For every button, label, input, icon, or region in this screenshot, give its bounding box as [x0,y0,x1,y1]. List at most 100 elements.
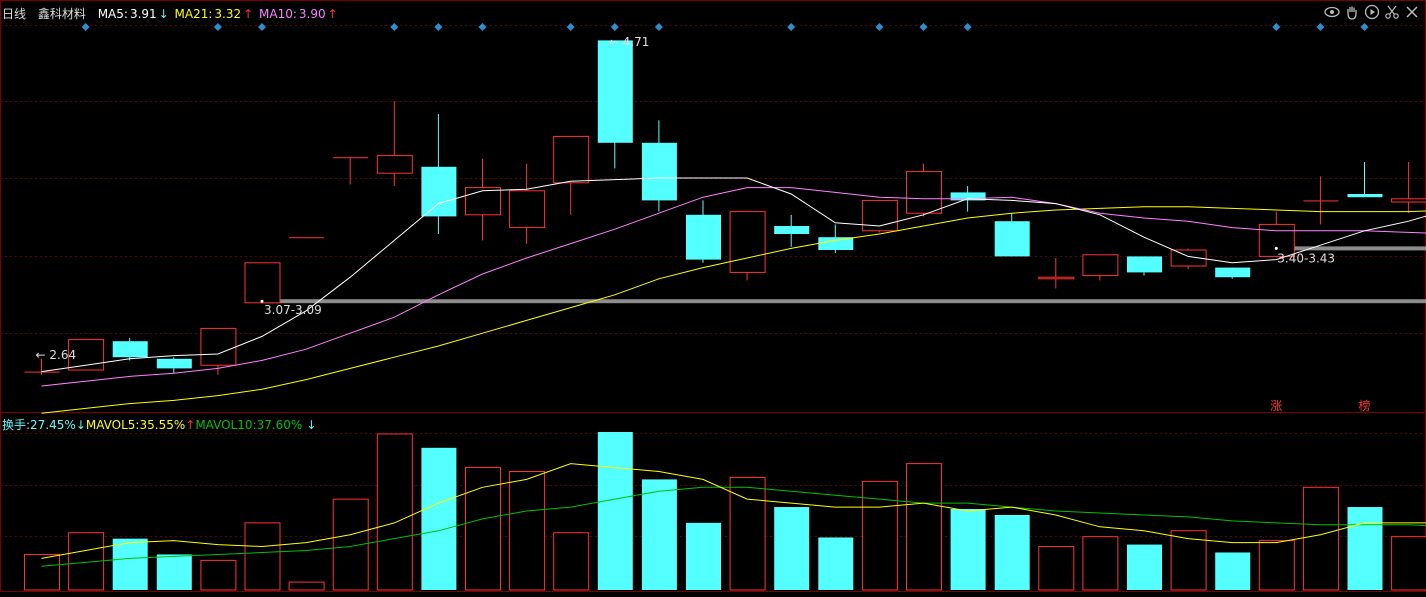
event-diamond-icon [875,23,884,31]
candle-body-up [200,327,237,366]
volume-bar-down [950,509,986,590]
candle-body-up [1303,200,1339,202]
candle [376,101,413,186]
kline-chart[interactable]: ← 4.71 ← 2.64 3.07-3.09 3.40-3.43 涨 榜 [0,0,1426,597]
candle [156,357,192,374]
support-line [260,299,1426,304]
mavol5-arrow: ↑ [185,418,196,432]
candle-body-down [686,214,721,260]
support-point [260,299,264,303]
support-price-label: 3.40-3.43 [1277,251,1335,265]
eye-icon[interactable] [1324,4,1340,20]
candle-body-up [1082,254,1119,277]
candle-body-up [906,171,942,214]
volume-bar-up [553,532,590,591]
high-price-label: ← 4.71 [609,35,650,49]
candle [774,214,810,247]
candle [1215,267,1251,279]
candle [597,40,633,169]
candle [289,237,325,239]
chart-toolbar [1324,4,1420,20]
volume-bar-down [818,537,854,590]
candle-body-up [729,211,766,273]
candle-body-down [156,358,192,369]
scissors-icon[interactable] [1384,4,1400,20]
ma5-value: 3.91 [129,7,157,21]
period-label[interactable]: 日线 [2,7,26,21]
candle-body-down [1127,256,1162,273]
volume-bar-down [641,479,677,590]
turnover-label: 换手: [2,418,31,432]
ma21-value: 3.32 [214,7,242,21]
list-tag: 榜 [1359,398,1371,413]
mavol10-label: MAVOL10: [195,418,257,432]
event-diamond-icon [81,23,90,31]
ma5-label: MA5: [97,7,128,21]
candle-body-up [509,190,546,229]
event-diamond-icon [610,23,619,31]
candle [861,199,898,233]
volume-header: 换手:27.45%↓MAVOL5:35.55%↑MAVOL10:37.60% ↓ [2,416,316,433]
volume-bar-up [376,433,413,591]
volume-bar-up [906,463,942,591]
candle [686,200,721,263]
candle-body-up [333,157,369,159]
event-diamond-icon [1316,23,1325,31]
candle [994,213,1030,257]
candle-body-up [1038,276,1075,280]
chart-frame [0,0,1426,592]
volume-bar-up [1391,536,1426,591]
volume-bar-down [686,522,721,590]
volume-bar-up [200,559,237,591]
play-icon[interactable] [1364,4,1380,20]
ma21-arrow: ↑ [243,7,254,21]
candle-body-up [553,135,590,184]
candle-body-down [774,226,810,234]
volume-bar-down [1127,544,1162,590]
support-price-label: 3.07-3.09 [264,303,322,317]
event-diamond-icon [390,23,399,31]
mavol5-label: MAVOL5: [85,418,140,432]
low-price-label: ← 2.64 [36,348,77,362]
candle-body-up [244,262,281,304]
support-line [1274,246,1426,251]
event-diamond-icon [478,23,487,31]
hand-icon[interactable] [1344,4,1360,20]
event-diamond-icon [787,23,796,31]
candle [729,211,766,281]
mavol10-arrow: ↓ [306,418,317,432]
volume-bar-down [421,447,457,590]
candle [465,158,501,241]
candle-body-up [289,237,325,239]
candle [1127,256,1162,276]
volume-bar-down [112,538,148,590]
ma10-label: MA10: [259,7,297,21]
candle-body-down [112,341,148,358]
price-header: 日线 鑫科材料 MA5: 3.91 ↓ MA21: 3.32 ↑ MA10: 3.90 ↑ [2,5,340,22]
candle-body-down [641,142,677,201]
volume-bar-up [509,471,546,591]
event-diamond-icon [654,23,663,31]
candle-body-down [1215,267,1251,278]
bottom-tab-strip[interactable] [0,590,560,597]
ma10-value: 3.90 [298,7,326,21]
event-diamond-icon [258,23,266,31]
volume-bar-up [244,522,281,591]
event-diamond-icon [566,23,575,31]
candle-body-up [376,155,413,174]
volume-bar-up [288,581,325,591]
event-diamond-icon [1272,23,1281,31]
candle-body-down [597,40,633,143]
candle-body-down [421,166,457,217]
volume-bar-down [156,554,192,590]
volume-bar-down [774,507,810,590]
candle [509,163,546,244]
candle-body-up [465,187,501,216]
volume-bar-down [1347,507,1383,590]
candle [1303,176,1339,225]
close-icon[interactable] [1404,4,1420,20]
candle-body-down [994,221,1030,257]
volume-bar-up [1258,540,1295,591]
volume-bar-up [1302,486,1339,591]
candle [1347,162,1383,198]
